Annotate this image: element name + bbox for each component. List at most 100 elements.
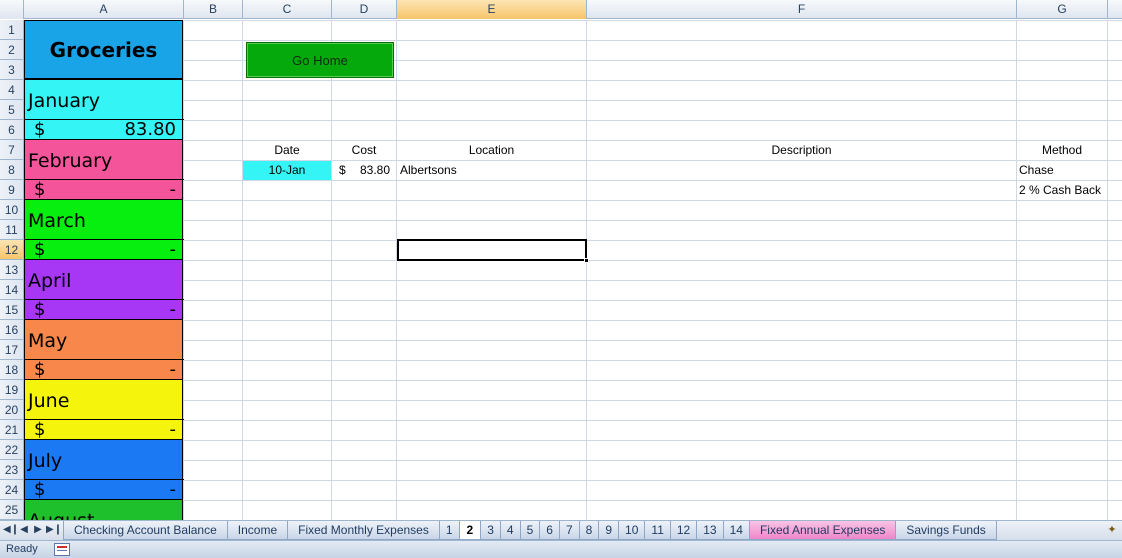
column-header-e[interactable]: E bbox=[397, 0, 587, 19]
gridline bbox=[183, 20, 184, 520]
insert-worksheet-icon[interactable]: ✦ bbox=[1104, 523, 1120, 538]
sheet-tab-8[interactable]: 8 bbox=[578, 521, 600, 540]
row-header[interactable]: 7 bbox=[0, 140, 24, 160]
sheet-tab-income[interactable]: Income bbox=[226, 521, 289, 540]
month-block-may: May $ - bbox=[24, 319, 184, 380]
first-sheet-nav-icon[interactable]: ◀❙ bbox=[3, 524, 19, 535]
month-label: June bbox=[28, 390, 70, 412]
currency-symbol: $ bbox=[34, 179, 46, 200]
last-sheet-nav-icon[interactable]: ▶❙ bbox=[46, 524, 62, 535]
row-header[interactable]: 25 bbox=[0, 500, 24, 520]
sheet-tab-4[interactable]: 4 bbox=[499, 521, 521, 540]
column-header-d[interactable]: D bbox=[332, 0, 397, 19]
column-header-c[interactable]: C bbox=[243, 0, 332, 19]
sheet-tabs: Checking Account Balance Income Fixed Mo… bbox=[63, 521, 997, 540]
row-header[interactable]: 3 bbox=[0, 60, 24, 80]
row-header[interactable]: 2 bbox=[0, 40, 24, 60]
row-header[interactable]: 13 bbox=[0, 260, 24, 280]
cell-method[interactable]: Chase bbox=[1019, 160, 1107, 180]
month-total[interactable]: $ - bbox=[25, 419, 184, 440]
month-total[interactable]: $ 83.80 bbox=[25, 119, 184, 140]
sheet-tab-savings-funds[interactable]: Savings Funds bbox=[895, 521, 997, 540]
column-header-b[interactable]: B bbox=[184, 0, 243, 19]
gridline bbox=[396, 20, 397, 520]
header-date[interactable]: Date bbox=[243, 140, 331, 160]
active-cell-selection[interactable] bbox=[397, 239, 589, 263]
row-header[interactable]: 21 bbox=[0, 420, 24, 440]
month-total[interactable]: $ - bbox=[25, 359, 184, 380]
row-header[interactable]: 5 bbox=[0, 100, 24, 120]
month-total[interactable]: $ - bbox=[25, 179, 184, 200]
sheet-tab-9[interactable]: 9 bbox=[598, 521, 620, 540]
row-header[interactable]: 10 bbox=[0, 200, 24, 220]
row-header[interactable]: 16 bbox=[0, 320, 24, 340]
month-block-february: February $ - bbox=[24, 139, 184, 200]
month-total[interactable]: $ - bbox=[25, 479, 184, 500]
row-header[interactable]: 23 bbox=[0, 460, 24, 480]
cell-location[interactable]: Albertsons bbox=[400, 160, 586, 180]
worksheet-grid[interactable]: Groceries January $ 83.80 February $ - M… bbox=[24, 20, 1122, 520]
row-header[interactable]: 14 bbox=[0, 280, 24, 300]
row-header[interactable]: 9 bbox=[0, 180, 24, 200]
row-header[interactable]: 17 bbox=[0, 340, 24, 360]
header-cost[interactable]: Cost bbox=[332, 140, 396, 160]
sheet-tab-13[interactable]: 13 bbox=[696, 521, 724, 540]
month-total-value: - bbox=[169, 419, 177, 440]
currency-symbol: $ bbox=[34, 119, 46, 140]
row-header-selected[interactable]: 12 bbox=[0, 240, 24, 260]
macro-record-icon[interactable] bbox=[54, 543, 70, 556]
cell-method-note[interactable]: 2 % Cash Back bbox=[1019, 180, 1119, 200]
header-location[interactable]: Location bbox=[397, 140, 586, 160]
fill-handle[interactable] bbox=[584, 258, 589, 263]
currency-symbol: $ bbox=[34, 359, 46, 380]
row-header[interactable]: 15 bbox=[0, 300, 24, 320]
column-header-a[interactable]: A bbox=[24, 0, 184, 19]
row-header[interactable]: 6 bbox=[0, 120, 24, 140]
sheet-tab-1[interactable]: 1 bbox=[438, 521, 460, 540]
month-label: February bbox=[28, 150, 113, 172]
row-header[interactable]: 4 bbox=[0, 80, 24, 100]
row-header[interactable]: 11 bbox=[0, 220, 24, 240]
prev-sheet-nav-icon[interactable]: ◀ bbox=[19, 524, 29, 535]
month-block-april: April $ - bbox=[24, 259, 184, 320]
cell-cost[interactable]: $ 83.80 bbox=[332, 160, 396, 180]
row-header[interactable]: 20 bbox=[0, 400, 24, 420]
column-header-g[interactable]: G bbox=[1017, 0, 1108, 19]
month-total-value: - bbox=[169, 179, 177, 200]
month-label: August bbox=[28, 510, 95, 520]
sheet-tab-5[interactable]: 5 bbox=[519, 521, 541, 540]
month-total-value: - bbox=[169, 239, 177, 260]
month-total[interactable]: $ - bbox=[25, 239, 184, 260]
cell-description[interactable] bbox=[587, 160, 1016, 180]
header-description[interactable]: Description bbox=[587, 140, 1016, 160]
row-header[interactable]: 1 bbox=[0, 20, 24, 40]
sheet-tab-fixed-annual-expenses[interactable]: Fixed Annual Expenses bbox=[748, 521, 897, 540]
sheet-tab-3[interactable]: 3 bbox=[480, 521, 501, 540]
row-header[interactable]: 8 bbox=[0, 160, 24, 180]
next-sheet-nav-icon[interactable]: ▶ bbox=[33, 524, 43, 535]
currency-symbol: $ bbox=[34, 479, 46, 500]
sheet-tab-14[interactable]: 14 bbox=[722, 521, 750, 540]
month-label: March bbox=[28, 210, 86, 232]
row-header[interactable]: 18 bbox=[0, 360, 24, 380]
sheet-tab-10[interactable]: 10 bbox=[618, 521, 646, 540]
column-header-f[interactable]: F bbox=[587, 0, 1017, 19]
go-home-button[interactable]: Go Home bbox=[246, 42, 394, 78]
sheet-tab-7[interactable]: 7 bbox=[558, 521, 580, 540]
row-header[interactable]: 19 bbox=[0, 380, 24, 400]
sheet-tab-2[interactable]: 2 bbox=[458, 521, 482, 540]
sheet-tab-11[interactable]: 11 bbox=[644, 521, 671, 540]
month-total-value: - bbox=[169, 359, 177, 380]
sheet-tab-12[interactable]: 12 bbox=[669, 521, 698, 540]
header-method[interactable]: Method bbox=[1017, 140, 1107, 160]
month-total-value: - bbox=[169, 479, 177, 500]
sheet-tab-fixed-monthly-expenses[interactable]: Fixed Monthly Expenses bbox=[287, 521, 440, 540]
cost-currency: $ bbox=[339, 163, 346, 177]
month-total[interactable]: $ - bbox=[25, 299, 184, 320]
row-header[interactable]: 24 bbox=[0, 480, 24, 500]
row-header[interactable]: 22 bbox=[0, 440, 24, 460]
cell-date[interactable]: 10-Jan bbox=[243, 161, 331, 180]
sheet-tab-6[interactable]: 6 bbox=[539, 521, 560, 540]
select-all-corner[interactable] bbox=[0, 0, 24, 19]
sheet-tab-checking-account-balance[interactable]: Checking Account Balance bbox=[63, 521, 228, 540]
